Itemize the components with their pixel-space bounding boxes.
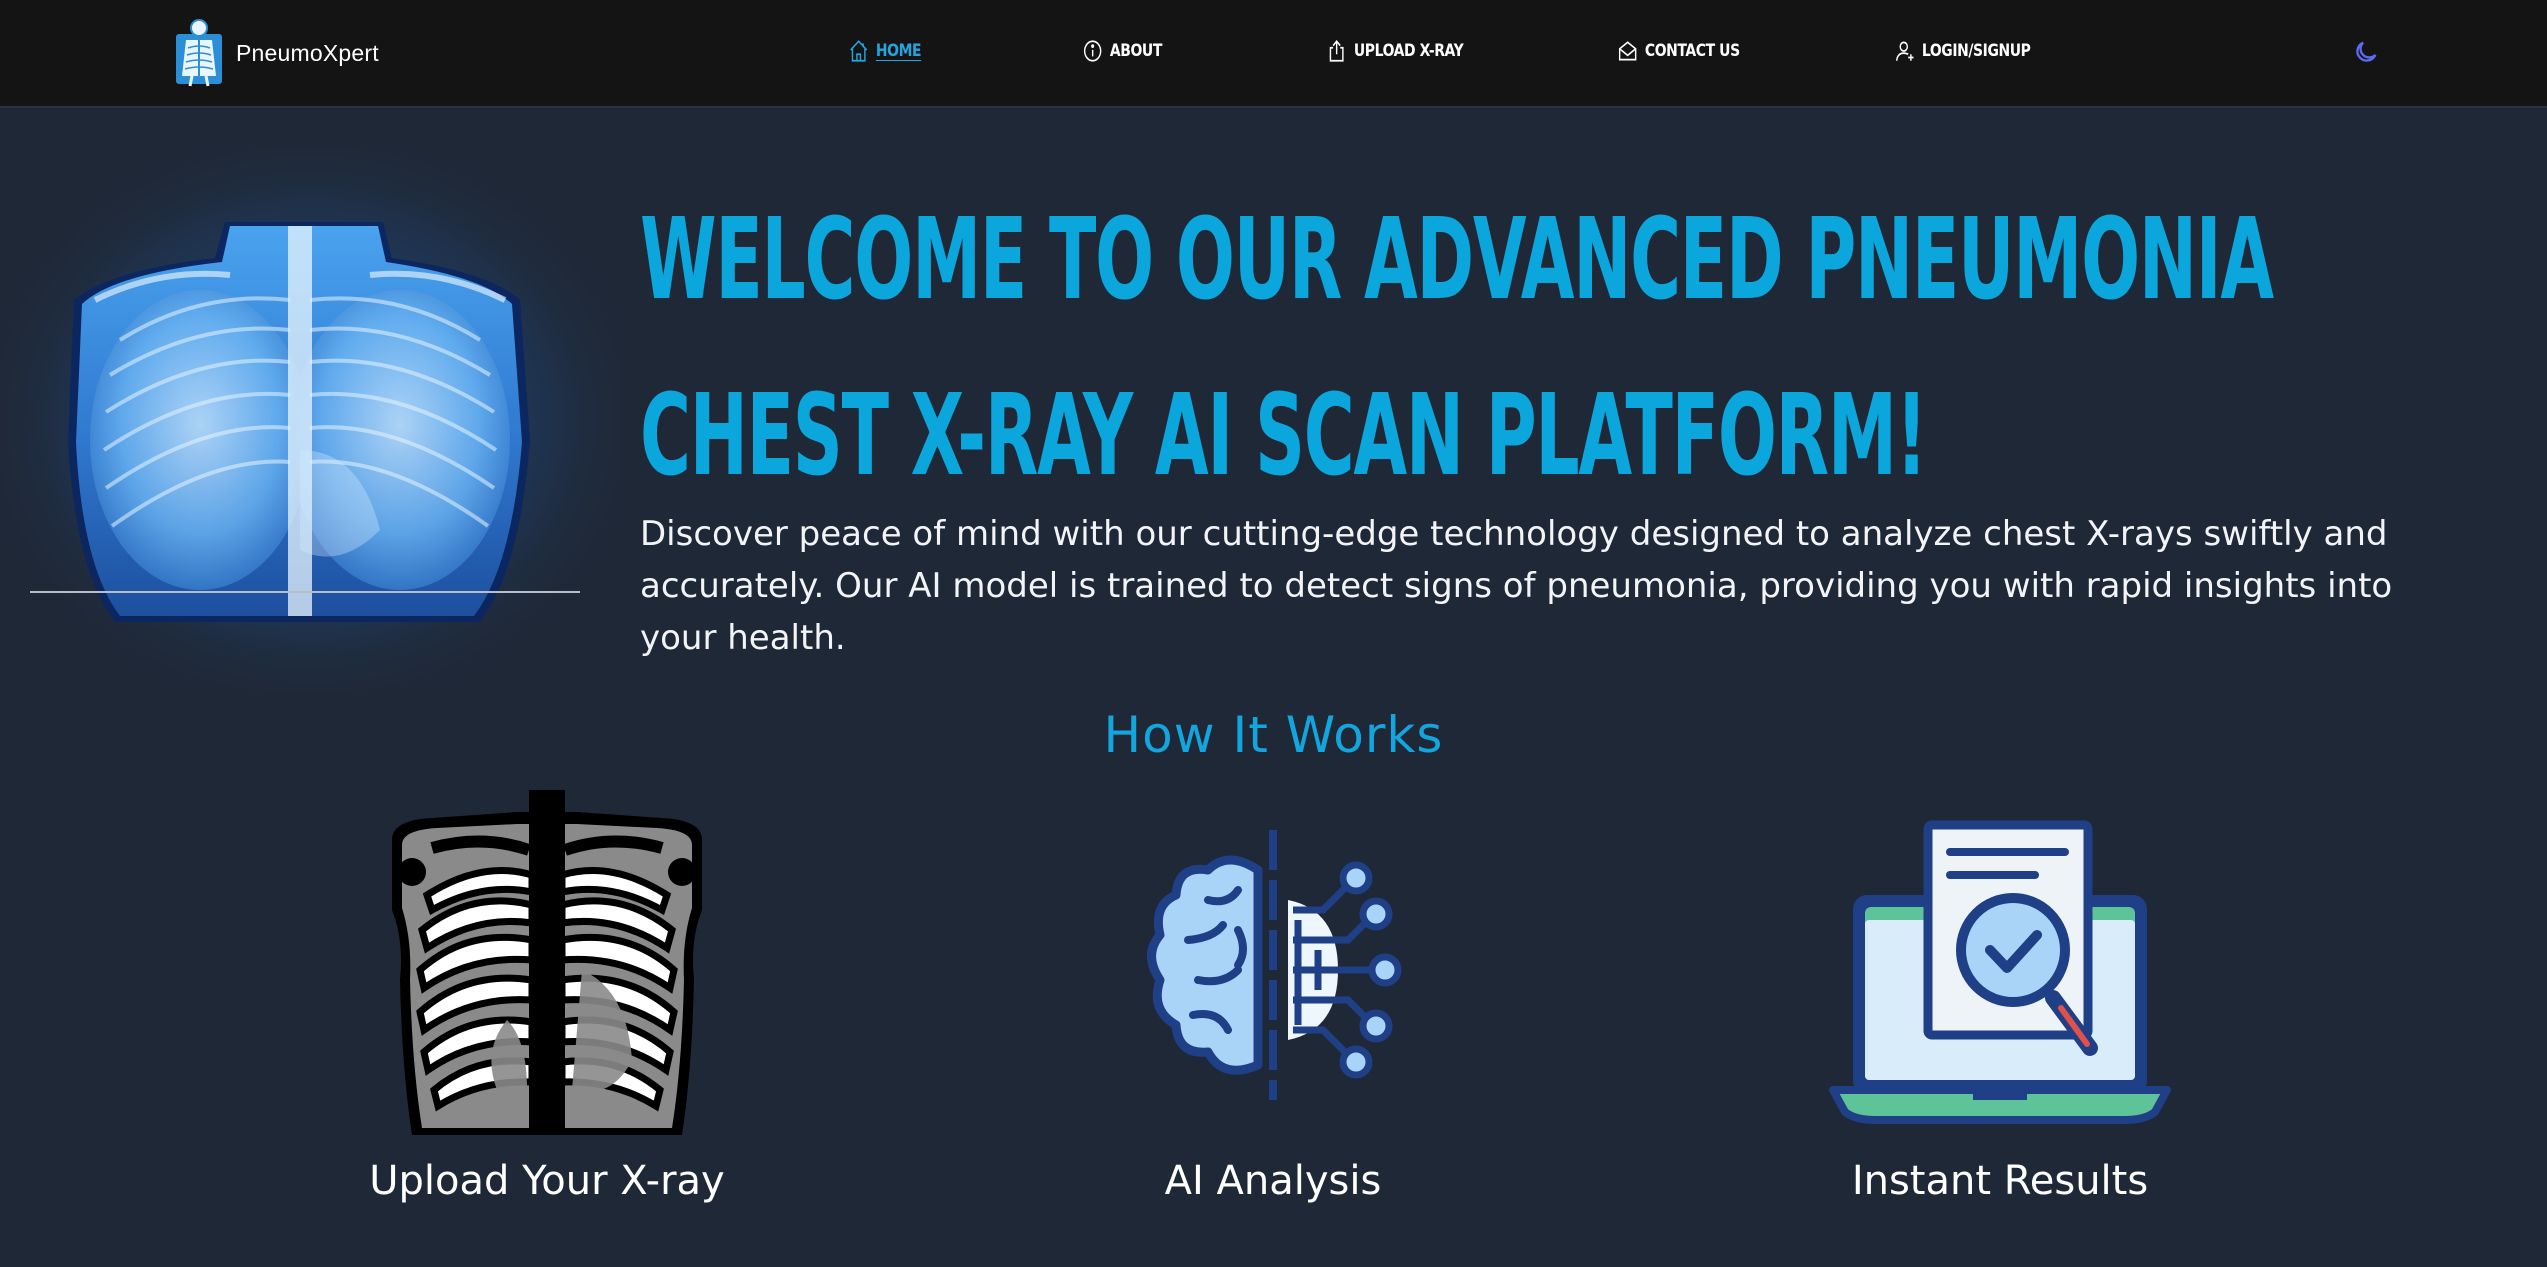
mail-icon [1618,41,1637,61]
nav-upload-label: UPLOAD X-RAY [1353,41,1464,61]
brand-link[interactable]: PneumoXpert [174,18,379,88]
nav-upload-xray[interactable]: UPLOAD X-RAY [1326,34,1464,68]
nav-home-label: HOME [875,41,922,61]
xray-body-logo-icon [176,19,222,87]
hero-chest-xray-image [0,150,620,690]
step-ai-analysis: AI Analysis [923,790,1623,1204]
nav-about-label: ABOUT [1109,41,1162,61]
hero-title: WELCOME TO OUR ADVANCED PNEUMONIA CHEST … [640,195,2274,501]
moon-icon[interactable] [2352,38,2380,66]
report-magnifier-icon [1829,820,2171,1124]
step-instant-results: Instant Results [1650,790,2350,1204]
nav-home[interactable]: HOME [848,34,922,68]
step-upload: Upload Your X-ray [197,790,897,1204]
upload-icon [1329,40,1344,62]
user-icon [1895,41,1914,61]
nav-contact-us[interactable]: CONTACT US [1617,34,1740,68]
ai-brain-icon [1147,830,1402,1100]
step-instant-results-label: Instant Results [1851,1158,2149,1204]
step-upload-label: Upload Your X-ray [369,1158,725,1204]
nav-login-signup[interactable]: LOGIN/SIGNUP [1894,34,2031,68]
how-it-works-title: How It Works [1103,706,1444,764]
nav-about[interactable]: ABOUT [1082,34,1162,68]
nav-login-label: LOGIN/SIGNUP [1921,41,2031,61]
hero-description: Discover peace of mind with our cutting-… [640,514,2393,658]
home-icon [850,40,868,62]
hero-divider-line [30,591,580,593]
chest-xray-icon [392,790,702,1135]
nav-contact-label: CONTACT US [1644,41,1740,61]
step-ai-analysis-label: AI Analysis [1164,1158,1382,1204]
brand-name: PneumoXpert [236,39,379,66]
info-icon [1083,40,1102,62]
navbar: PneumoXpert HOME ABOUT UPLOAD X-RAY CONT… [0,0,2547,108]
